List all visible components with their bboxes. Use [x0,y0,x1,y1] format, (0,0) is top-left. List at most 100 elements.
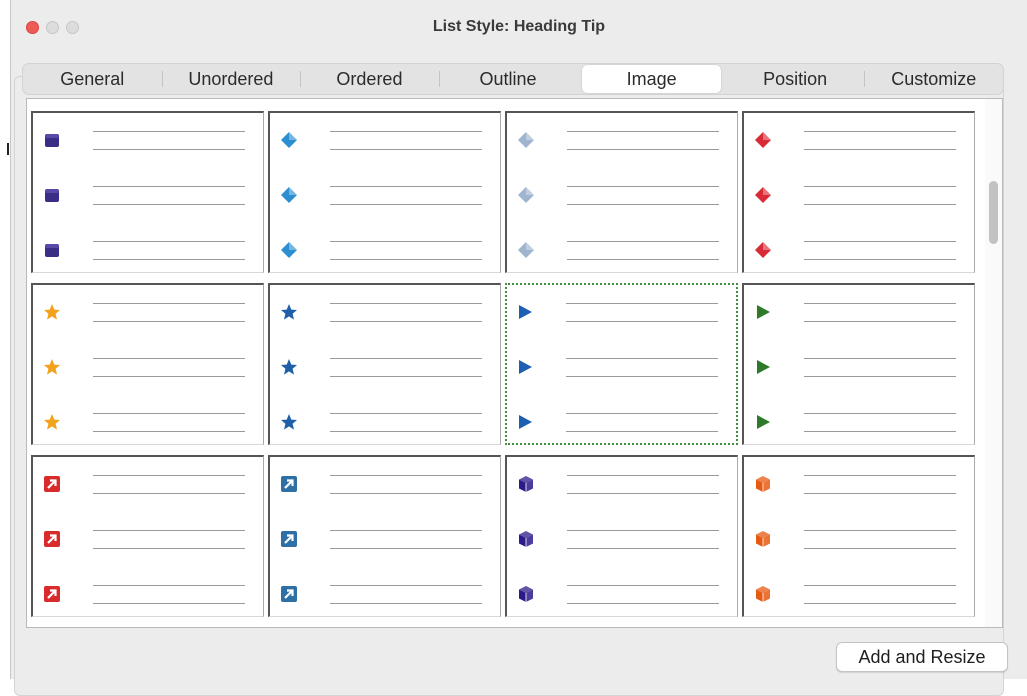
bullet-option-diamond-lightblue[interactable] [505,111,738,273]
tab-outline[interactable]: Outline [438,64,578,94]
preview-text-line [804,413,956,414]
preview-text-line [804,241,956,242]
bullet-option-triangle-blue[interactable] [505,283,738,445]
preview-text-line [567,493,719,494]
bullet-option-diamond-blue[interactable] [268,111,501,273]
preview-row [754,129,964,150]
background-edge [0,0,10,679]
preview-text-line [567,475,719,476]
preview-text-line [330,585,482,586]
preview-text-line [804,259,956,260]
preview-text-line [567,548,719,549]
triangle-green-icon [754,358,772,376]
preview-row [43,473,253,494]
diamond-red-icon [754,241,772,259]
diamond-lightblue-icon [517,186,535,204]
preview-row [280,473,490,494]
preview-row [517,239,727,260]
preview-text-line [804,493,956,494]
arrow-box-red-icon [43,475,61,493]
preview-row [280,356,490,377]
preview-text-line [330,475,482,476]
diamond-blue-icon [280,241,298,259]
preview-text-line [93,186,245,187]
star-orange-icon [43,303,61,321]
cube-orange-icon [754,530,772,548]
add-and-resize-button[interactable]: Add and Resize [836,642,1008,672]
preview-row [516,356,726,377]
preview-text-line [566,376,718,377]
image-bullet-gallery [26,98,1003,628]
preview-row [517,473,727,494]
tab-image[interactable]: Image [582,65,721,93]
bullet-option-triangle-green[interactable] [742,283,975,445]
preview-text-line [567,259,719,260]
preview-text-line [93,530,245,531]
bullet-option-arrow-box-blue[interactable] [268,455,501,617]
preview-row [43,528,253,549]
preview-text-line [804,376,956,377]
tab-ordered[interactable]: Ordered [300,64,439,94]
preview-text-line [330,131,482,132]
preview-text-line [93,493,245,494]
preview-row [754,301,964,322]
tab-customize[interactable]: Customize [864,64,1003,94]
preview-row [754,239,964,260]
tab-general[interactable]: General [23,64,162,94]
preview-text-line [93,303,245,304]
preview-text-line [93,259,245,260]
bullet-option-cube-purple[interactable] [505,455,738,617]
cube-orange-icon [754,475,772,493]
preview-text-line [566,358,718,359]
bullet-option-star-blue[interactable] [268,283,501,445]
triangle-blue-icon [516,303,534,321]
cube-purple-icon [517,475,535,493]
scrollbar-thumb[interactable] [989,181,998,244]
preview-text-line [567,241,719,242]
preview-text-line [804,475,956,476]
star-orange-icon [43,413,61,431]
preview-row [43,239,253,260]
preview-text-line [330,603,482,604]
bullet-option-arrow-box-red[interactable] [31,455,264,617]
triangle-green-icon [754,413,772,431]
preview-row [754,184,964,205]
preview-text-line [566,431,718,432]
gallery-scrollbar[interactable] [985,99,1002,627]
bullet-option-cube-orange[interactable] [742,455,975,617]
tab-bar: General Unordered Ordered Outline Image Posit… [22,63,1004,95]
preview-text-line [804,585,956,586]
preview-text-line [804,149,956,150]
square-purple-icon [43,186,61,204]
star-blue-icon [280,413,298,431]
preview-text-line [804,603,956,604]
preview-text-line [804,303,956,304]
preview-text-line [93,431,245,432]
cube-purple-icon [517,585,535,603]
preview-text-line [567,131,719,132]
bullet-option-diamond-red[interactable] [742,111,975,273]
bullet-option-star-orange[interactable] [31,283,264,445]
arrow-box-blue-icon [280,585,298,603]
cube-orange-icon [754,585,772,603]
preview-text-line [804,131,956,132]
preview-row [43,356,253,377]
preview-text-line [566,413,718,414]
preview-row [517,583,727,604]
preview-text-line [804,530,956,531]
cube-purple-icon [517,530,535,548]
arrow-box-blue-icon [280,530,298,548]
preview-row [43,583,253,604]
preview-row [43,411,253,432]
preview-row [280,184,490,205]
bullet-option-square-purple[interactable] [31,111,264,273]
preview-text-line [93,149,245,150]
preview-text-line [330,303,482,304]
preview-row [280,239,490,260]
preview-text-line [93,321,245,322]
preview-row [754,356,964,377]
preview-row [280,528,490,549]
tab-position[interactable]: Position [726,64,865,94]
tab-unordered[interactable]: Unordered [161,64,301,94]
preview-row [516,301,726,322]
